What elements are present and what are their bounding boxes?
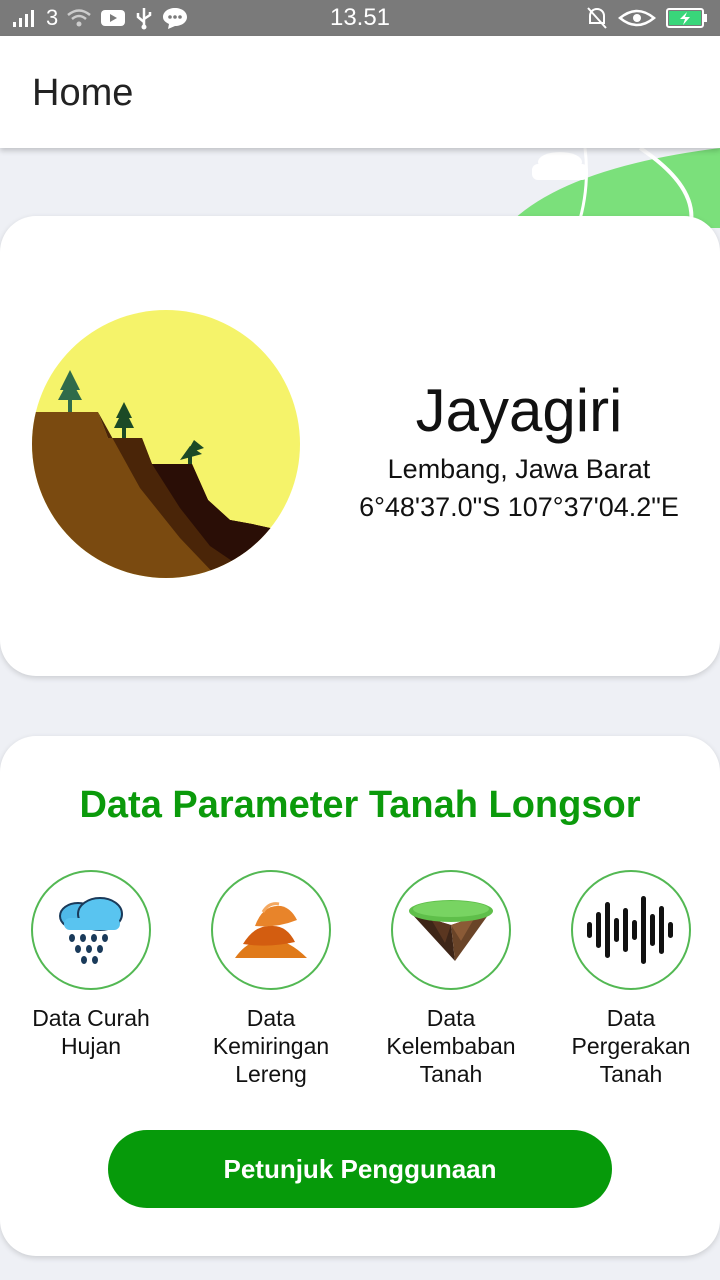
status-bar: 3 13.51: [0, 0, 720, 36]
battery-charging-icon: [666, 8, 707, 28]
user-guide-button[interactable]: Petunjuk Penggunaan: [108, 1130, 612, 1208]
ground-movement-data-button[interactable]: Data Pergerakan Tanah: [546, 870, 716, 1088]
location-region: Lembang, Jawa Barat: [387, 454, 651, 484]
soil-moisture-data-button[interactable]: Data Kelembaban Tanah: [366, 870, 536, 1088]
parameters-title: Data Parameter Tanah Longsor: [79, 784, 641, 826]
rainfall-data-button[interactable]: Data Curah Hujan: [6, 870, 176, 1060]
slope-icon: [235, 902, 307, 958]
page-title: Home: [32, 72, 134, 114]
sound-wave-icon: [587, 896, 673, 964]
eye-icon: [618, 9, 656, 27]
soil-moisture-label: Data Kelembaban Tanah: [386, 1005, 516, 1087]
location-coordinates: 6°48'37.0"S 107°37'04.2"E: [359, 492, 679, 522]
app-bar: Home: [0, 36, 720, 148]
parameters-card: Data Parameter Tanah Longsor Data Curah …: [0, 736, 720, 1256]
slope-icon-circle[interactable]: [211, 870, 331, 990]
slope-label: Data Kemiringan Lereng: [212, 1005, 330, 1087]
status-bar-right: [586, 0, 708, 36]
slope-data-button[interactable]: Data Kemiringan Lereng: [186, 870, 356, 1088]
ground-movement-label: Data Pergerakan Tanah: [571, 1005, 691, 1087]
soil-icon: [409, 900, 493, 961]
mute-icon: [587, 7, 607, 29]
movement-icon-circle[interactable]: [571, 870, 691, 990]
soil-icon-circle[interactable]: [391, 870, 511, 990]
landslide-illustration: [32, 310, 300, 578]
rainfall-icon-circle[interactable]: [31, 870, 151, 990]
location-card: Jayagiri Lembang, Jawa Barat 6°48'37.0"S…: [0, 216, 720, 676]
location-name: Jayagiri: [415, 377, 623, 444]
rain-cloud-icon: [59, 897, 123, 964]
rainfall-label: Data Curah Hujan: [32, 1005, 150, 1059]
